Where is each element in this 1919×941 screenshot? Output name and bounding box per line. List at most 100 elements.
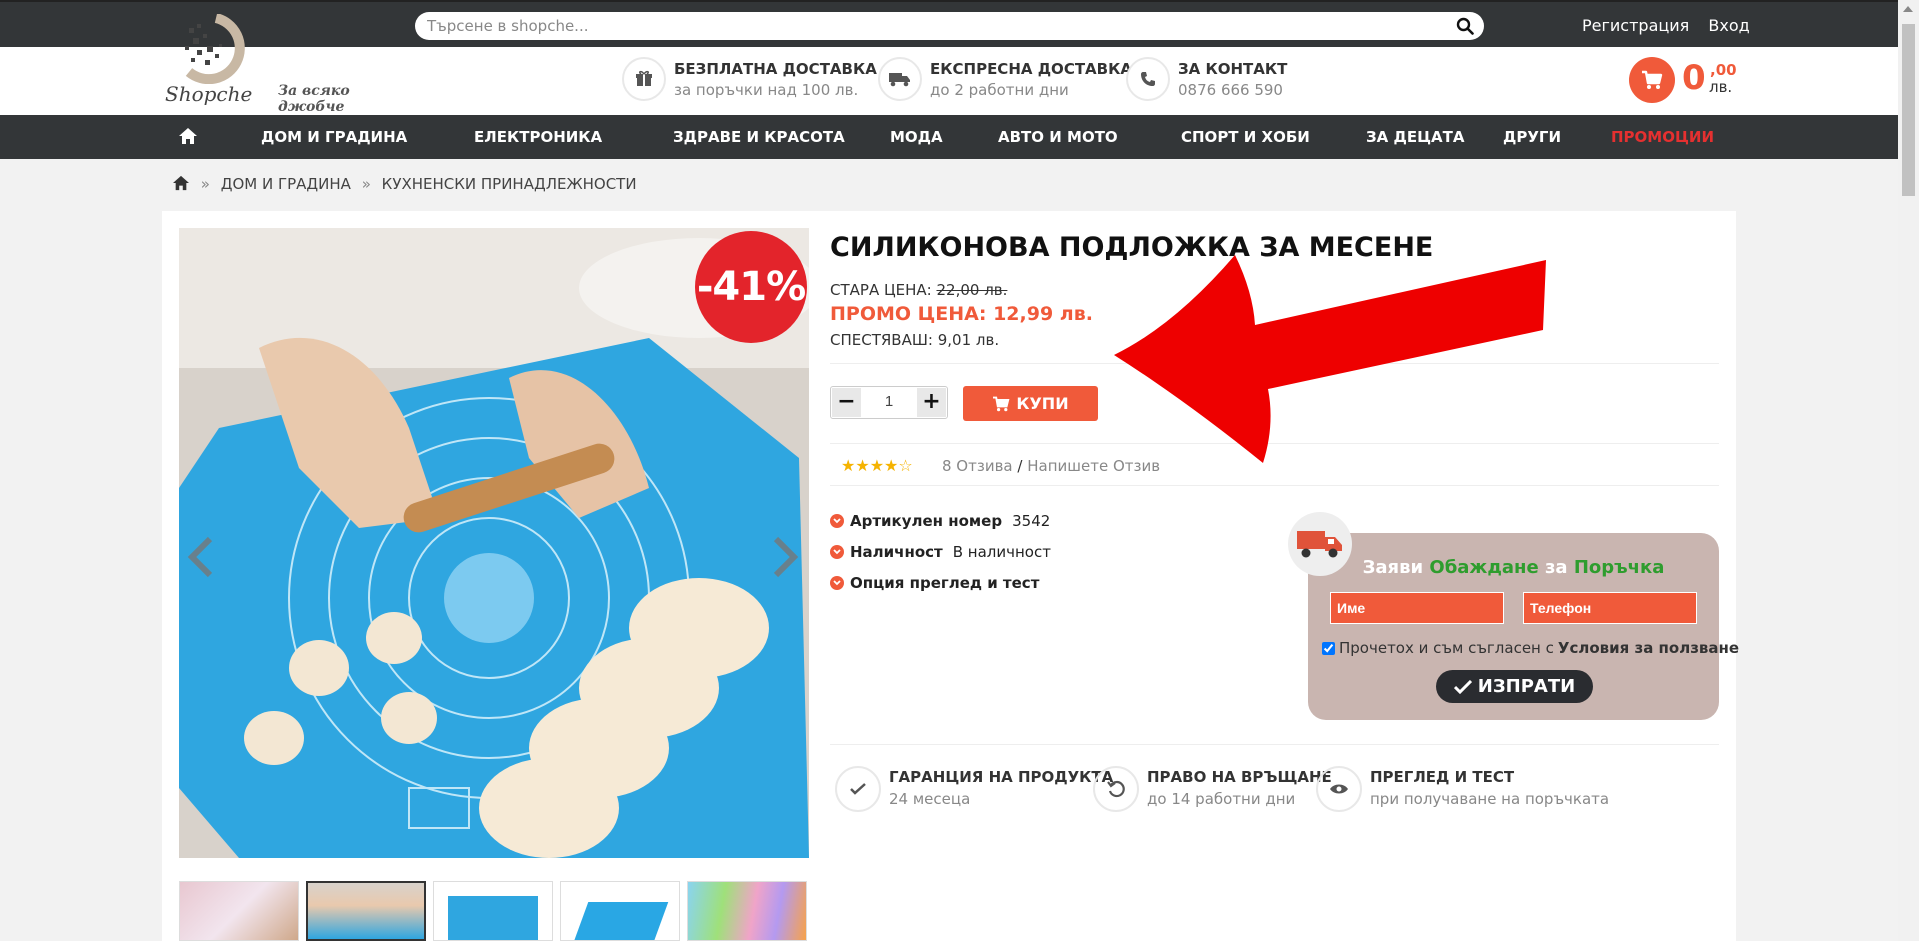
nav-item-electronics[interactable]: ЕЛЕКТРОНИКА: [474, 128, 602, 146]
divider: [830, 485, 1719, 486]
attribute-value: 3542: [1012, 512, 1051, 530]
promo-price: ПРОМО ЦЕНА: 12,99 лв.: [830, 303, 1093, 325]
cart-icon: [1642, 70, 1663, 89]
callback-title-part: Обаждане: [1429, 557, 1539, 578]
callback-title: Заяви Обаждане за Поръчка: [1308, 557, 1719, 578]
divider: [830, 363, 1719, 364]
terms-agreement: Прочетох и съм съгласен с Условия за пол…: [1322, 639, 1739, 657]
callback-form: Заяви Обаждане за Поръчка Прочетох и съм…: [1308, 533, 1739, 720]
feature-title: ЗА КОНТАКТ: [1178, 60, 1288, 78]
discount-badge: -41%: [695, 231, 807, 343]
nav-item-fashion[interactable]: МОДА: [890, 128, 943, 146]
guarantee-title: ПРЕГЛЕД И ТЕСТ: [1370, 768, 1515, 786]
search-box[interactable]: [415, 12, 1484, 40]
delivery-truck-icon: [1288, 512, 1352, 576]
gift-icon: [622, 57, 666, 101]
thumbnail[interactable]: [179, 881, 299, 941]
home-icon[interactable]: [178, 127, 198, 145]
star-filled-icon: ★: [841, 456, 856, 475]
account-links: Регистрация Вход: [1582, 16, 1764, 35]
nav-item-home-garden[interactable]: ДОМ И ГРАДИНА: [261, 128, 407, 146]
search-input[interactable]: [427, 16, 1427, 36]
product-title: СИЛИКОНОВА ПОДЛОЖКА ЗА МЕСЕНЕ: [830, 232, 1434, 263]
old-price-label: СТАРА ЦЕНА:: [830, 281, 932, 299]
attribute-inspection-option: Опция преглед и тест: [830, 574, 1049, 592]
star-filled-icon: ★: [869, 456, 885, 475]
breadcrumb-item[interactable]: ДОМ И ГРАДИНА: [221, 175, 351, 193]
chevron-down-icon: [830, 514, 844, 528]
check-icon: [835, 766, 881, 812]
logo-tagline: За всяко джобче: [278, 83, 350, 115]
attribute-sku: Артикулен номер 3542: [830, 512, 1050, 530]
buy-button[interactable]: КУПИ: [963, 386, 1098, 421]
quantity-stepper[interactable]: − +: [830, 386, 948, 419]
check-icon: [1453, 679, 1472, 694]
feature-title: БЕЗПЛАТНА ДОСТАВКА: [674, 60, 877, 78]
attribute-availability: Наличност В наличност: [830, 543, 1051, 561]
breadcrumb-item[interactable]: КУХНЕНСКИ ПРИНАДЛЕЖНОСТИ: [382, 175, 637, 193]
nav-item-promotions[interactable]: ПРОМОЦИИ: [1611, 128, 1714, 146]
divider: [830, 744, 1719, 745]
home-icon[interactable]: [172, 175, 190, 191]
nav-item-auto-moto[interactable]: АВТО И МОТО: [998, 128, 1118, 146]
prev-image-arrow-icon[interactable]: [184, 535, 220, 579]
logo-name: Shopche: [165, 82, 253, 106]
callback-phone-input[interactable]: [1523, 592, 1697, 624]
cart-currency: лв.: [1709, 78, 1733, 96]
savings-value: 9,01 лв.: [937, 331, 1000, 349]
breadcrumb-separator: »: [200, 175, 210, 193]
next-image-arrow-icon[interactable]: [766, 535, 802, 579]
vertical-scrollbar[interactable]: [1898, 0, 1919, 941]
review-links: 8 Отзива / Напишете Отзив: [942, 457, 1160, 475]
attribute-label: Наличност: [850, 543, 943, 561]
login-link[interactable]: Вход: [1708, 16, 1749, 35]
send-button[interactable]: ИЗПРАТИ: [1436, 670, 1593, 703]
thumbnail[interactable]: [306, 881, 426, 941]
decrease-quantity-button[interactable]: −: [832, 388, 861, 417]
callback-title-part: за: [1544, 557, 1568, 578]
contact-phone[interactable]: 0876 666 590: [1178, 81, 1283, 99]
search-icon[interactable]: [1456, 17, 1474, 35]
review-separator: /: [1017, 457, 1023, 475]
star-filled-icon: ★: [884, 456, 899, 475]
quantity-input[interactable]: [861, 393, 917, 410]
increase-quantity-button[interactable]: +: [917, 388, 946, 417]
nav-item-other[interactable]: ДРУГИ: [1503, 128, 1561, 146]
main-nav: ДОМ И ГРАДИНА ЕЛЕКТРОНИКА ЗДРАВЕ И КРАСО…: [0, 115, 1898, 159]
guarantee-title: ПРАВО НА ВРЪЩАНЕ: [1147, 768, 1332, 786]
attribute-label: Артикулен номер: [850, 512, 1003, 530]
thumbnail[interactable]: [687, 881, 807, 941]
scrollbar-thumb[interactable]: [1902, 24, 1915, 196]
thumbnail-strip: [179, 881, 809, 941]
phone-icon: [1126, 57, 1170, 101]
cart-icon: [993, 396, 1010, 411]
truck-icon: [878, 57, 922, 101]
cart-total[interactable]: 0: [1682, 58, 1706, 98]
terms-text: Прочетох и съм съгласен с: [1339, 639, 1554, 657]
chevron-down-icon: [830, 576, 844, 590]
register-link[interactable]: Регистрация: [1582, 16, 1689, 35]
callback-title-part: Поръчка: [1573, 557, 1665, 578]
nav-item-kids[interactable]: ЗА ДЕЦАТА: [1366, 128, 1464, 146]
nav-item-sport-hobby[interactable]: СПОРТ И ХОБИ: [1181, 128, 1310, 146]
reviews-count-link[interactable]: 8 Отзива: [942, 457, 1013, 475]
nav-item-health-beauty[interactable]: ЗДРАВЕ И КРАСОТА: [673, 128, 845, 146]
write-review-link[interactable]: Напишете Отзив: [1027, 457, 1160, 475]
terms-link[interactable]: Условия за ползване: [1558, 639, 1739, 657]
guarantee-subtitle: до 14 работни дни: [1147, 790, 1296, 808]
breadcrumb-separator: »: [361, 175, 371, 193]
guarantee-title: ГАРАНЦИЯ НА ПРОДУКТА: [889, 768, 1114, 786]
star-filled-icon: ★: [855, 456, 870, 475]
guarantee-subtitle: при получаване на поръчката: [1370, 790, 1610, 808]
thumbnail[interactable]: [433, 881, 553, 941]
buy-label: КУПИ: [1016, 394, 1069, 413]
send-label: ИЗПРАТИ: [1477, 676, 1576, 697]
cart-button[interactable]: [1629, 57, 1675, 103]
callback-name-input[interactable]: [1330, 592, 1504, 624]
breadcrumb: » ДОМ И ГРАДИНА » КУХНЕНСКИ ПРИНАДЛЕЖНОС…: [172, 175, 643, 193]
logo[interactable]: Shopche За всяко джобче: [165, 14, 405, 115]
thumbnail[interactable]: [560, 881, 680, 941]
savings-label: СПЕСТЯВАШ:: [830, 331, 933, 349]
scroll-up-icon[interactable]: [1903, 6, 1913, 12]
terms-checkbox[interactable]: [1322, 641, 1335, 655]
